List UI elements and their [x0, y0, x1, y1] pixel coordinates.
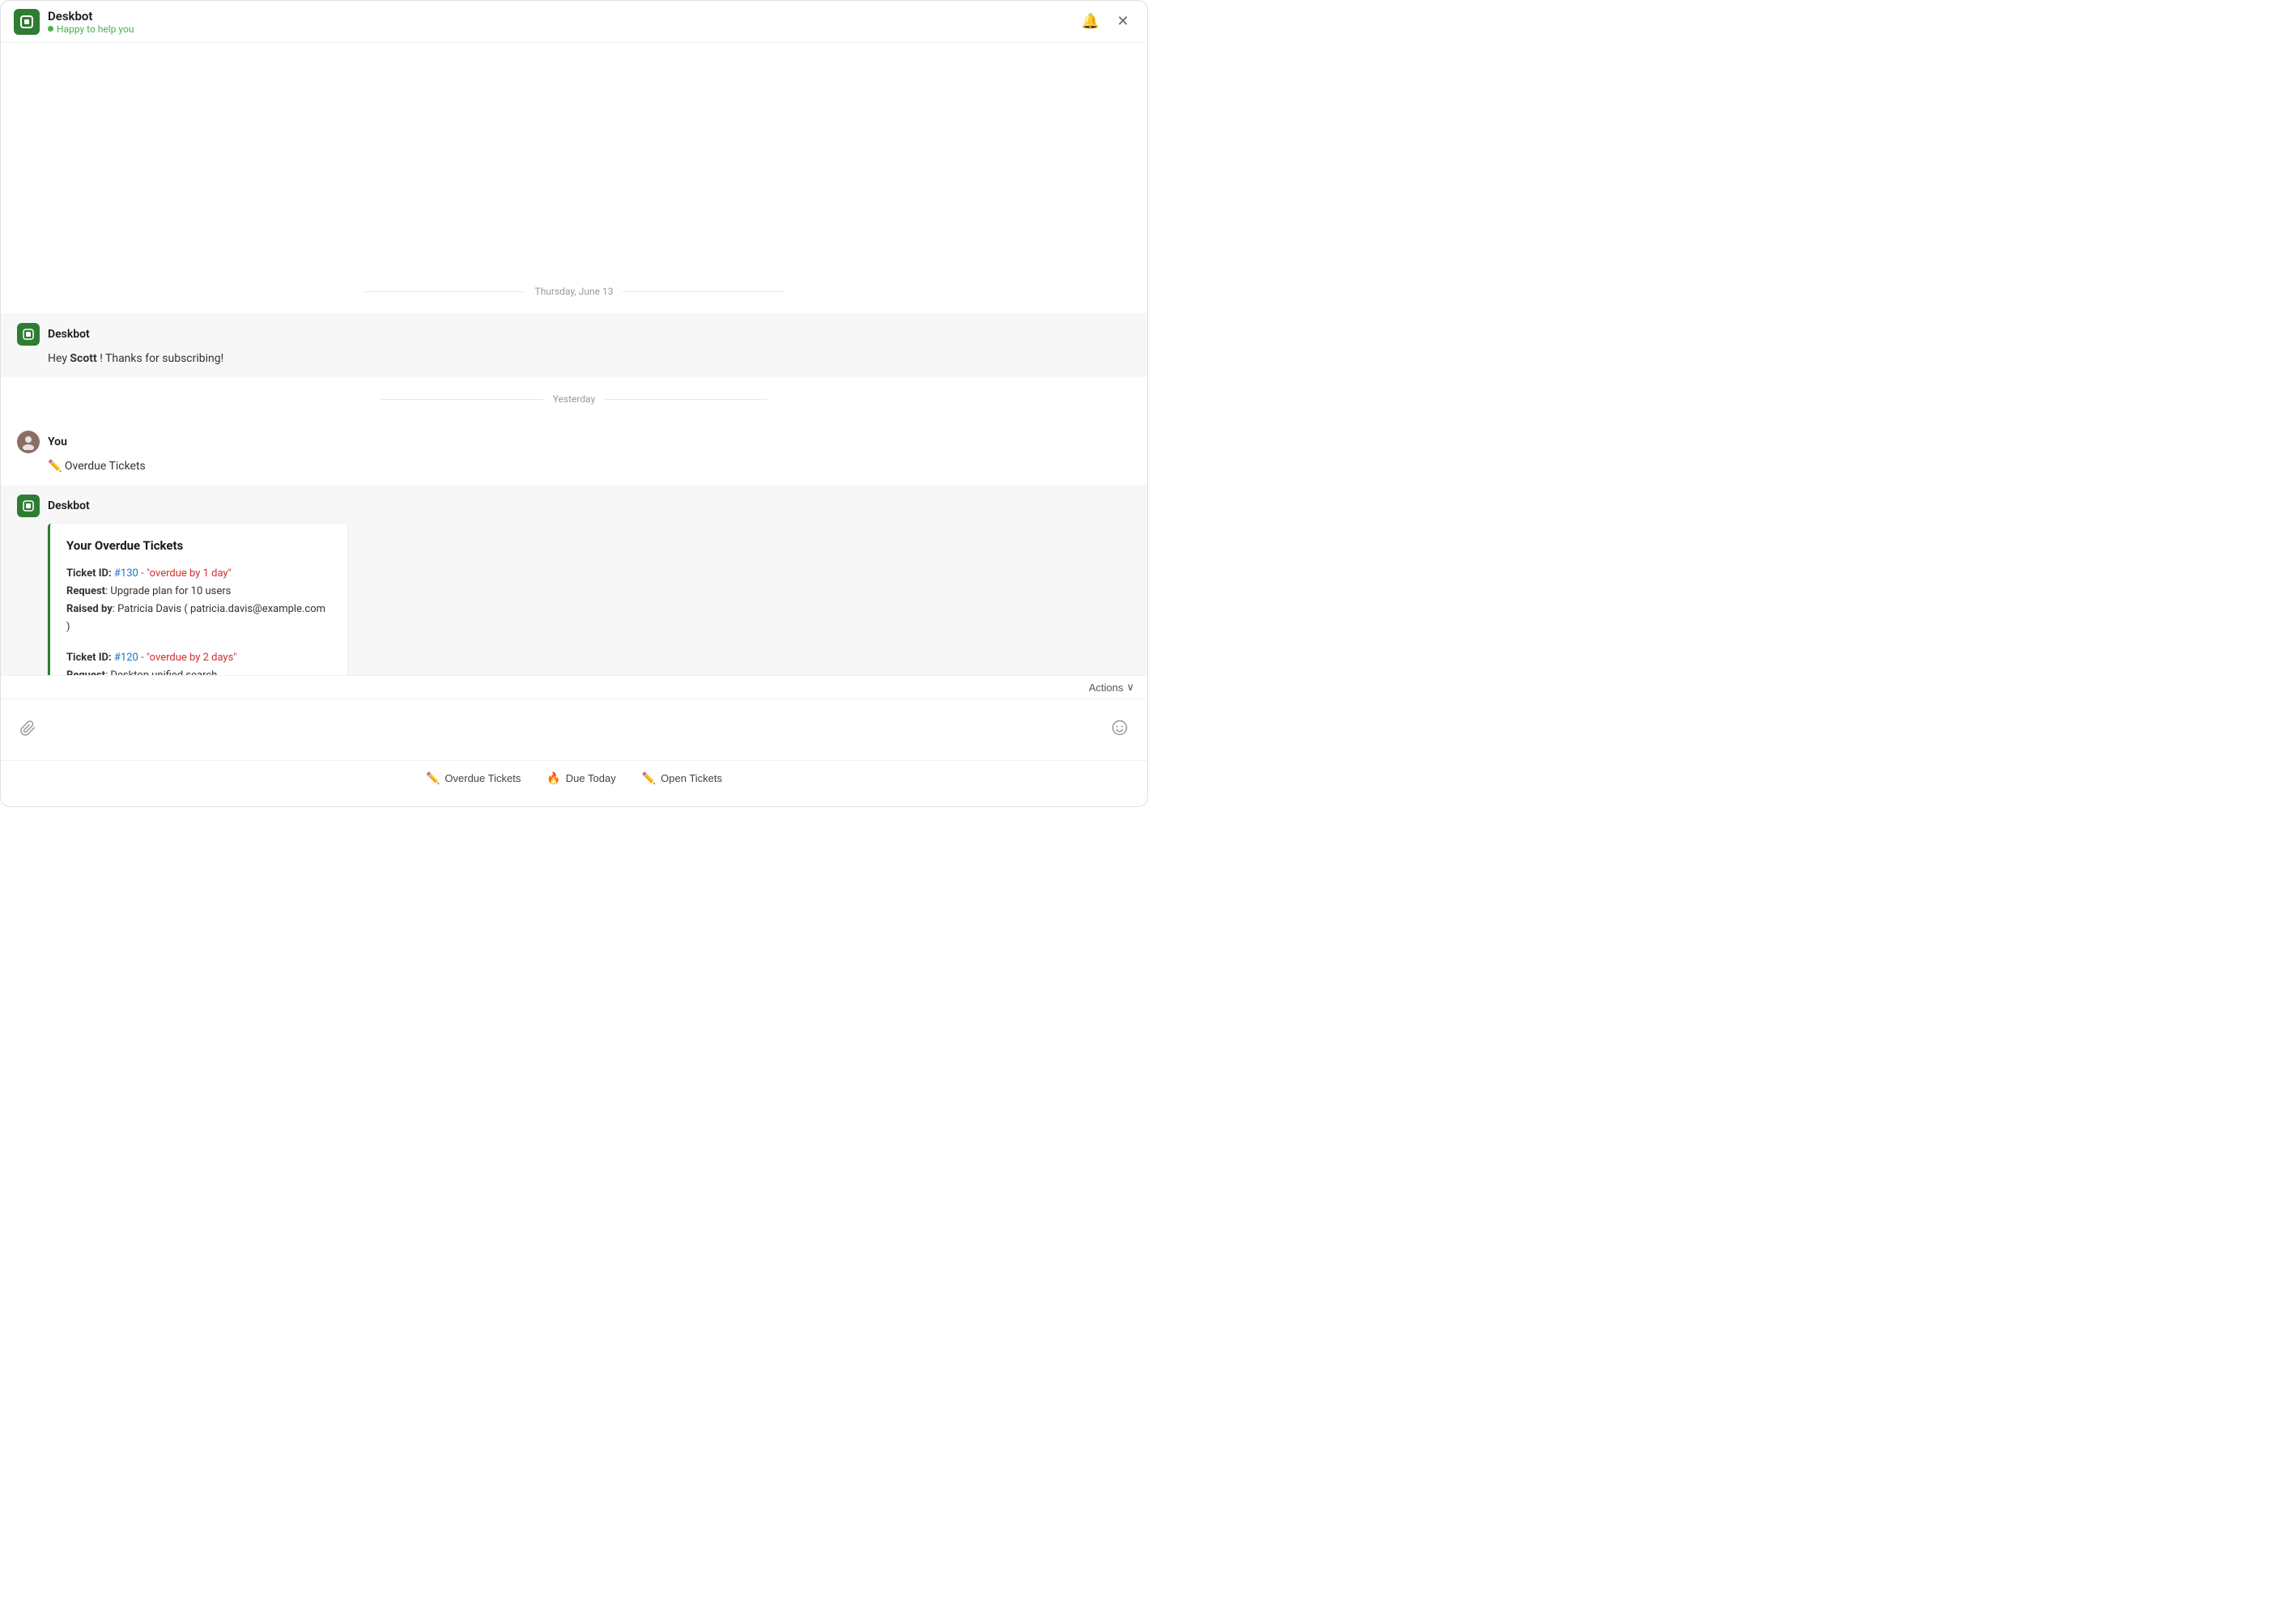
separator-line-left: [364, 291, 525, 292]
header-subtitle: Happy to help you: [48, 23, 134, 35]
chat-input[interactable]: [51, 724, 1097, 737]
ticket-entry-2: Ticket ID: #120 - "overdue by 2 days" Re…: [66, 649, 331, 675]
message-content-1: Hey Scott ! Thanks for subscribing!: [17, 350, 1131, 367]
chat-area: Thursday, June 13 Deskbot Hey Scott ! Th…: [1, 43, 1147, 675]
message-header-2: You: [17, 431, 1131, 453]
separator-line-right-2: [605, 399, 767, 400]
date-separator-1: Thursday, June 13: [1, 270, 1147, 313]
message-header-1: Deskbot: [17, 323, 1131, 346]
header-left: Deskbot Happy to help you: [14, 9, 134, 35]
deskbot-logo: [14, 9, 40, 35]
notification-button[interactable]: 🔔: [1079, 11, 1102, 33]
separator-line-right: [623, 291, 784, 292]
ticket-id-link-1[interactable]: #130: [114, 567, 138, 580]
quick-action-due-today[interactable]: 🔥 Due Today: [546, 771, 615, 785]
actions-label: Actions: [1089, 682, 1124, 694]
qa-label-3: Open Tickets: [661, 772, 722, 784]
ticket-card: Your Overdue Tickets Ticket ID: #130 - "…: [48, 524, 347, 675]
attach-button[interactable]: [14, 716, 43, 745]
quick-actions-bar: ✏️ Overdue Tickets 🔥 Due Today ✏️ Open T…: [1, 760, 1147, 796]
message-content-3: Your Overdue Tickets Ticket ID: #130 - "…: [17, 524, 1131, 675]
sender-label-1: Deskbot: [48, 328, 90, 341]
date-separator-2: Yesterday: [1, 377, 1147, 421]
ticket-id-label-2: Ticket ID:: [66, 652, 112, 664]
qa-label-2: Due Today: [566, 772, 616, 784]
pencil-icon-qa1: ✏️: [426, 771, 440, 785]
close-icon: ✕: [1116, 13, 1129, 30]
chat-header: Deskbot Happy to help you 🔔 ✕: [1, 1, 1147, 43]
message-row-3: Deskbot Your Overdue Tickets Ticket ID: …: [1, 485, 1147, 675]
date-label-1: Thursday, June 13: [535, 286, 614, 297]
chat-top-spacer: [1, 43, 1147, 270]
sender-label-3: Deskbot: [48, 499, 90, 512]
paperclip-icon: [20, 720, 36, 741]
actions-bar: Actions ∨: [1, 675, 1147, 699]
separator-line-left-2: [381, 399, 543, 400]
pencil-icon: ✏️: [48, 460, 62, 473]
message-header-3: Deskbot: [17, 495, 1131, 517]
message-content-2: ✏️ Overdue Tickets: [17, 458, 1131, 475]
emoji-icon: [1112, 720, 1128, 741]
bot-avatar-2: [17, 495, 40, 517]
bot-avatar-1: [17, 323, 40, 346]
user-avatar: [17, 431, 40, 453]
close-button[interactable]: ✕: [1112, 11, 1134, 33]
date-label-2: Yesterday: [553, 393, 596, 405]
qa-label-1: Overdue Tickets: [444, 772, 521, 784]
quick-action-open[interactable]: ✏️ Open Tickets: [642, 771, 722, 785]
actions-button[interactable]: Actions ∨: [1089, 681, 1134, 694]
bell-icon: 🔔: [1082, 13, 1099, 30]
ticket-overdue-2: - "overdue by 2 days": [141, 652, 236, 664]
quick-action-overdue[interactable]: ✏️ Overdue Tickets: [426, 771, 521, 785]
ticket-id-link-2[interactable]: #120: [114, 652, 138, 664]
header-title: Deskbot: [48, 9, 134, 23]
input-area: [1, 699, 1147, 760]
fire-icon-qa2: 🔥: [546, 771, 560, 785]
chevron-down-icon: ∨: [1126, 681, 1134, 694]
ticket-card-title: Your Overdue Tickets: [66, 537, 331, 555]
ticket-entry-1: Ticket ID: #130 - "overdue by 1 day" Req…: [66, 565, 331, 636]
pencil-icon-qa3: ✏️: [642, 771, 656, 785]
sender-label-2: You: [48, 435, 67, 448]
header-icons: 🔔 ✕: [1079, 11, 1134, 33]
ticket-id-label-1: Ticket ID:: [66, 567, 112, 580]
message-row-2: You ✏️ Overdue Tickets: [1, 421, 1147, 485]
message-row-1: Deskbot Hey Scott ! Thanks for subscribi…: [1, 313, 1147, 377]
ticket-overdue-1: - "overdue by 1 day": [141, 567, 232, 580]
header-info: Deskbot Happy to help you: [48, 9, 134, 35]
emoji-button[interactable]: [1105, 716, 1134, 745]
